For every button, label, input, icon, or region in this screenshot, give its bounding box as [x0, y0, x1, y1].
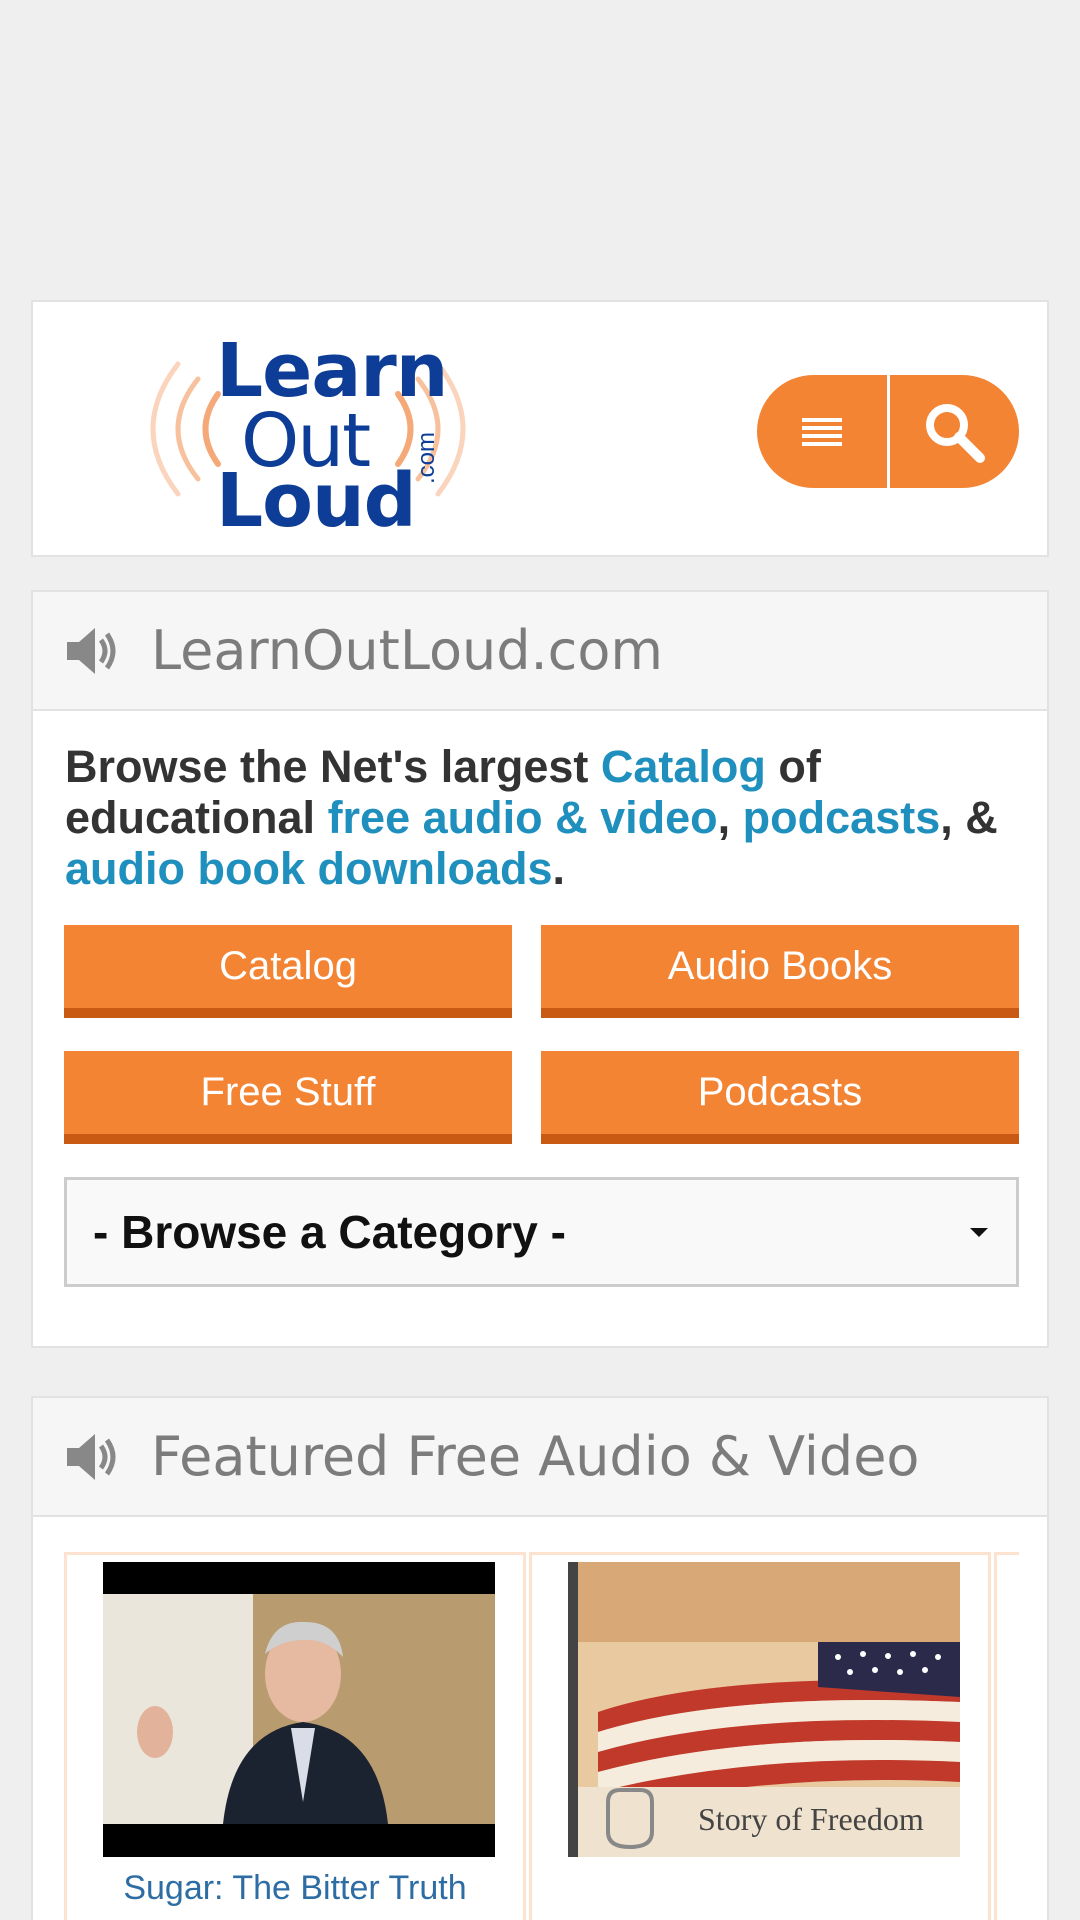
podcasts-button[interactable]: Podcasts: [541, 1051, 1019, 1144]
featured-carousel[interactable]: Sugar: The Bitter Truth Story of Freedom: [64, 1552, 1019, 1920]
speaker-icon: [67, 627, 116, 674]
ad-space: [0, 0, 1080, 300]
site-logo[interactable]: Learn Out Loud .com: [108, 324, 528, 538]
catalog-button[interactable]: Catalog: [64, 925, 512, 1018]
header-actions: [757, 375, 1019, 488]
audio-books-button[interactable]: Audio Books: [541, 925, 1019, 1018]
intro-text-part: .: [552, 843, 566, 894]
audio-cover[interactable]: Story of Freedom: [568, 1562, 960, 1857]
featured-item[interactable]: [994, 1552, 1019, 1920]
video-thumbnail[interactable]: [103, 1562, 495, 1857]
search-button[interactable]: [890, 375, 1020, 488]
flag-cover-art: Story of Freedom: [568, 1562, 960, 1857]
featured-item[interactable]: Story of Freedom: [529, 1552, 991, 1920]
catalog-link[interactable]: Catalog: [601, 741, 766, 792]
free-stuff-button[interactable]: Free Stuff: [64, 1051, 512, 1144]
featured-item[interactable]: Sugar: The Bitter Truth: [64, 1552, 526, 1920]
section-header: Featured Free Audio & Video: [33, 1398, 1047, 1517]
menu-button[interactable]: [757, 375, 887, 488]
logo-word-learn: Learn: [216, 328, 448, 414]
speaker-photo: [103, 1562, 495, 1857]
cover-title: Story of Freedom: [698, 1801, 924, 1837]
audio-book-downloads-link[interactable]: audio book downloads: [65, 843, 553, 894]
intro-text-part: Browse the Net's largest: [65, 741, 601, 792]
chevron-down-icon: [970, 1228, 988, 1237]
intro-text-part: ,: [717, 792, 743, 843]
free-audio-video-link[interactable]: free audio & video: [328, 792, 718, 843]
category-select[interactable]: - Browse a Category -: [64, 1177, 1019, 1287]
site-header: Learn Out Loud .com: [31, 300, 1049, 557]
intro-section: LearnOutLoud.com Browse the Net's larges…: [31, 590, 1049, 1348]
intro-text-part: , &: [940, 792, 998, 843]
podcasts-link[interactable]: podcasts: [743, 792, 941, 843]
logo-suffix: .com: [413, 431, 440, 484]
section-header: LearnOutLoud.com: [33, 592, 1047, 711]
search-icon: [926, 403, 986, 463]
logo-word-loud: Loud: [216, 458, 417, 544]
intro-text: Browse the Net's largest Catalog of educ…: [65, 741, 1025, 894]
section-title: Featured Free Audio & Video: [151, 1425, 920, 1488]
menu-icon: [801, 417, 842, 446]
speaker-icon: [67, 1433, 116, 1480]
featured-section: Featured Free Audio & Video Sugar: The B: [31, 1396, 1049, 1920]
section-title: LearnOutLoud.com: [151, 619, 663, 682]
category-select-value: - Browse a Category -: [93, 1206, 566, 1258]
featured-item-title[interactable]: Sugar: The Bitter Truth: [67, 1869, 523, 1908]
